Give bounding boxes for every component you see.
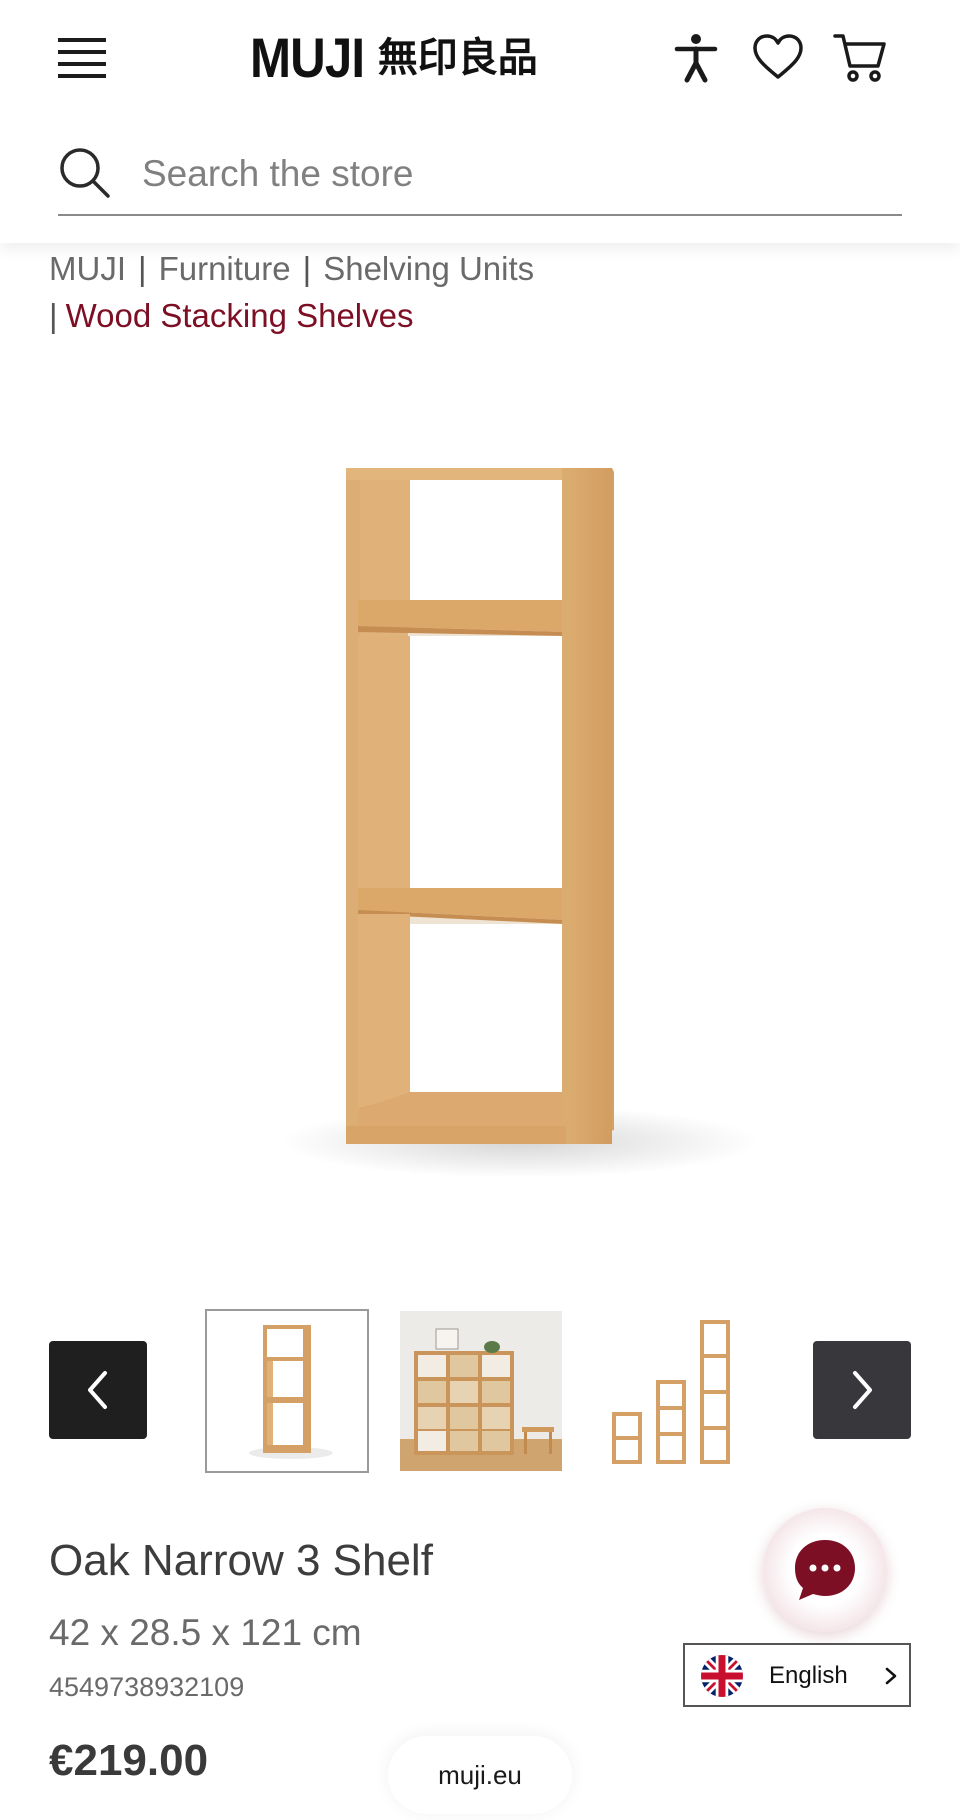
product-dimensions: 42 x 28.5 x 121 cm <box>49 1612 362 1653</box>
product-sku: 4549738932109 <box>49 1672 245 1702</box>
menu-icon-line <box>58 74 106 78</box>
breadcrumb-furniture[interactable]: Furniture <box>159 250 291 287</box>
uk-flag-icon <box>701 1655 743 1697</box>
shelf-image <box>280 468 760 1178</box>
search-icon[interactable] <box>58 146 112 200</box>
chevron-right-icon <box>853 1371 872 1409</box>
breadcrumb-separator: | <box>138 250 147 287</box>
gallery-thumbnail[interactable] <box>205 1309 369 1473</box>
logo-latin: MUJI <box>250 26 365 89</box>
chat-icon <box>795 1540 855 1600</box>
menu-icon-line <box>58 62 106 66</box>
breadcrumb-current[interactable]: Wood Stacking Shelves <box>66 297 414 334</box>
breadcrumb: MUJI | Furniture | Shelving Units | Wood Stack… <box>49 245 909 339</box>
variants-thumbnail-image <box>612 1320 730 1464</box>
menu-button[interactable] <box>56 36 108 82</box>
language-label: English <box>769 1662 848 1689</box>
search-bar <box>58 140 902 216</box>
image-gallery <box>0 1306 960 1474</box>
breadcrumb-shelving-units[interactable]: Shelving Units <box>323 250 534 287</box>
logo-kanji: 無印良品 <box>377 35 538 81</box>
breadcrumb-separator: | <box>49 297 58 334</box>
breadcrumb-separator: | <box>302 250 312 287</box>
site-logo[interactable]: MUJI 無印良品 <box>250 28 538 88</box>
shelf-thumbnail-image <box>249 1325 333 1459</box>
product-main-image[interactable] <box>0 420 960 1220</box>
site-header: MUJI 無印良品 <box>0 0 960 243</box>
gallery-next-button[interactable] <box>813 1341 911 1439</box>
browser-domain-label: muji.eu <box>388 1736 572 1814</box>
accessibility-button[interactable] <box>668 30 724 86</box>
accessibility-icon <box>674 34 718 83</box>
product-price: €219.00 <box>49 1736 209 1785</box>
search-input[interactable] <box>142 148 882 200</box>
language-selector[interactable]: English <box>683 1643 911 1707</box>
product-title: Oak Narrow 3 Shelf <box>49 1536 433 1585</box>
cart-icon <box>833 34 886 82</box>
gallery-prev-button[interactable] <box>49 1341 147 1439</box>
wishlist-button[interactable] <box>750 30 806 86</box>
chevron-right-icon <box>885 1667 897 1685</box>
chevron-left-icon <box>88 1371 107 1409</box>
heart-icon <box>753 34 803 79</box>
room-thumbnail-image <box>400 1311 562 1471</box>
gallery-thumbnail[interactable] <box>400 1311 562 1471</box>
menu-icon-line <box>58 50 106 54</box>
menu-icon <box>58 38 106 42</box>
gallery-thumbnail[interactable] <box>592 1316 756 1470</box>
breadcrumb-muji[interactable]: MUJI <box>49 250 126 287</box>
cart-button[interactable] <box>832 30 888 86</box>
chat-button[interactable] <box>763 1508 887 1632</box>
